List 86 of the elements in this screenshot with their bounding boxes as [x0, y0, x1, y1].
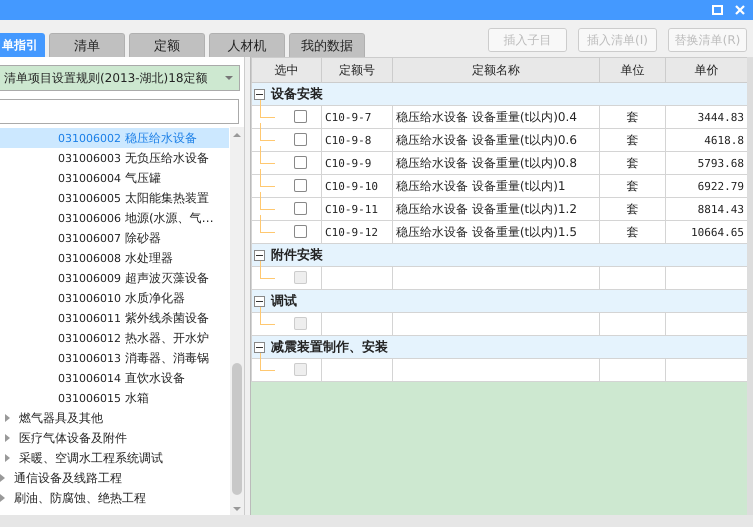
close-icon[interactable] — [735, 5, 745, 15]
quota-name: 稳压给水设备 设备重量(t以内)1.5 — [396, 224, 577, 238]
tree-item[interactable]: 031006011 紫外线杀菌设备 — [0, 308, 229, 328]
tree-item[interactable]: 031006007 除砂器 — [0, 228, 229, 248]
quota-name: 稳压给水设备 设备重量(t以内)0.4 — [396, 110, 577, 124]
library-dropdown[interactable]: 清单项目设置规则(2013-湖北)18定额 — [0, 65, 240, 91]
group-title: 减震装置制作、安装 — [271, 338, 388, 356]
scrollbar[interactable] — [747, 57, 753, 515]
tree-line — [260, 123, 275, 141]
tree-item[interactable]: 031006004 气压罐 — [0, 168, 229, 188]
unit-cell: 套 — [626, 132, 638, 146]
tree-line — [260, 261, 275, 279]
checkbox[interactable] — [294, 225, 307, 238]
tree-item[interactable]: 031006013 消毒器、消毒锅 — [0, 348, 229, 368]
price-cell: 8814.43 — [698, 202, 744, 216]
unit-cell: 套 — [626, 110, 638, 124]
unit-cell: 套 — [626, 178, 638, 192]
tree-line — [260, 353, 275, 371]
checkbox[interactable] — [294, 133, 307, 146]
checkbox[interactable] — [294, 202, 307, 215]
price-cell: 10664.65 — [691, 226, 744, 238]
tree-line — [260, 169, 275, 187]
tab[interactable]: 定额 — [129, 33, 205, 57]
quota-name: 稳压给水设备 设备重量(t以内)1.2 — [396, 202, 577, 216]
price-cell: 3444.83 — [698, 110, 744, 124]
tree-item[interactable]: 通信设备及线路工程 — [14, 470, 122, 486]
tree-item[interactable]: 031006006 地源(水源、气… — [0, 208, 229, 228]
quota-code: C10-9-10 — [325, 180, 378, 192]
quota-code: C10-9-7 — [325, 110, 372, 124]
group-title: 设备安装 — [271, 86, 323, 103]
tree-item[interactable]: 031006014 直饮水设备 — [0, 368, 229, 388]
expand-arrow-icon[interactable] — [5, 434, 10, 442]
quota-code: C10-9-9 — [325, 156, 372, 170]
tree-line — [260, 215, 275, 233]
expand-arrow-icon[interactable] — [5, 414, 10, 422]
price-cell: 4618.8 — [704, 134, 744, 146]
tree-item[interactable]: 031006003 无负压给水设备 — [0, 148, 229, 168]
tree-line — [260, 192, 275, 210]
maximize-icon[interactable] — [712, 5, 723, 15]
tree-item[interactable]: 031006009 超声波灭藻设备 — [0, 268, 229, 288]
tab[interactable]: 我的数据 — [289, 33, 365, 57]
unit-cell: 套 — [626, 156, 638, 170]
search-field[interactable] — [0, 99, 239, 124]
column-header[interactable]: 选中 — [252, 58, 322, 82]
collapse-icon[interactable] — [254, 250, 265, 260]
unit-cell: 套 — [626, 224, 638, 238]
column-header[interactable]: 定额名称 — [392, 58, 600, 82]
expand-arrow-icon[interactable] — [5, 454, 10, 462]
tree-item[interactable]: 031006015 水箱 — [0, 388, 229, 408]
tab[interactable]: 清单 — [49, 33, 125, 57]
column-header[interactable]: 定额号 — [322, 58, 392, 82]
quota-code: C10-9-8 — [325, 134, 372, 146]
tree-item[interactable]: 医疗气体设备及附件 — [19, 430, 127, 446]
tree-item[interactable]: 刷油、防腐蚀、绝热工程 — [14, 490, 146, 506]
quota-code: C10-9-12 — [325, 226, 378, 238]
quota-name: 稳压给水设备 设备重量(t以内)0.8 — [396, 156, 577, 170]
group-title: 调试 — [271, 293, 297, 310]
group-title: 附件安装 — [271, 246, 323, 264]
quota-code: C10-9-11 — [325, 202, 378, 216]
column-header[interactable]: 单价 — [666, 58, 748, 82]
dropdown-caret-icon — [225, 76, 233, 80]
quota-name: 稳压给水设备 设备重量(t以内)0.6 — [396, 132, 577, 146]
price-cell: 5793.68 — [698, 156, 744, 170]
tree-item[interactable]: 采暖、空调水工程系统调试 — [19, 450, 163, 466]
tab[interactable]: 人材机 — [209, 33, 285, 57]
column-header[interactable]: 单位 — [600, 58, 666, 82]
checkbox[interactable] — [294, 156, 307, 169]
expand-arrow-icon[interactable] — [0, 474, 5, 482]
tree-item[interactable]: 031006012 热水器、开水炉 — [0, 328, 229, 348]
tree-item[interactable]: 031006005 太阳能集热装置 — [0, 188, 229, 208]
price-cell: 6922.79 — [698, 180, 744, 192]
unit-cell: 套 — [626, 202, 638, 216]
tree-item[interactable]: 燃气器具及其他 — [19, 410, 103, 426]
scrollbar[interactable] — [230, 127, 244, 515]
tree-line — [260, 307, 275, 325]
collapse-icon[interactable] — [254, 88, 265, 100]
collapse-icon[interactable] — [254, 296, 265, 306]
checkbox[interactable] — [294, 110, 307, 123]
collapse-icon[interactable] — [254, 342, 265, 352]
checkbox[interactable] — [294, 179, 307, 192]
expand-arrow-icon[interactable] — [0, 494, 5, 502]
tree-line — [260, 100, 275, 118]
tree-item[interactable]: 031006008 水处理器 — [0, 248, 229, 268]
tree-item[interactable]: 031006010 水质净化器 — [0, 288, 229, 308]
quota-name: 稳压给水设备 设备重量(t以内)1 — [396, 178, 566, 192]
tree-line — [260, 146, 275, 164]
